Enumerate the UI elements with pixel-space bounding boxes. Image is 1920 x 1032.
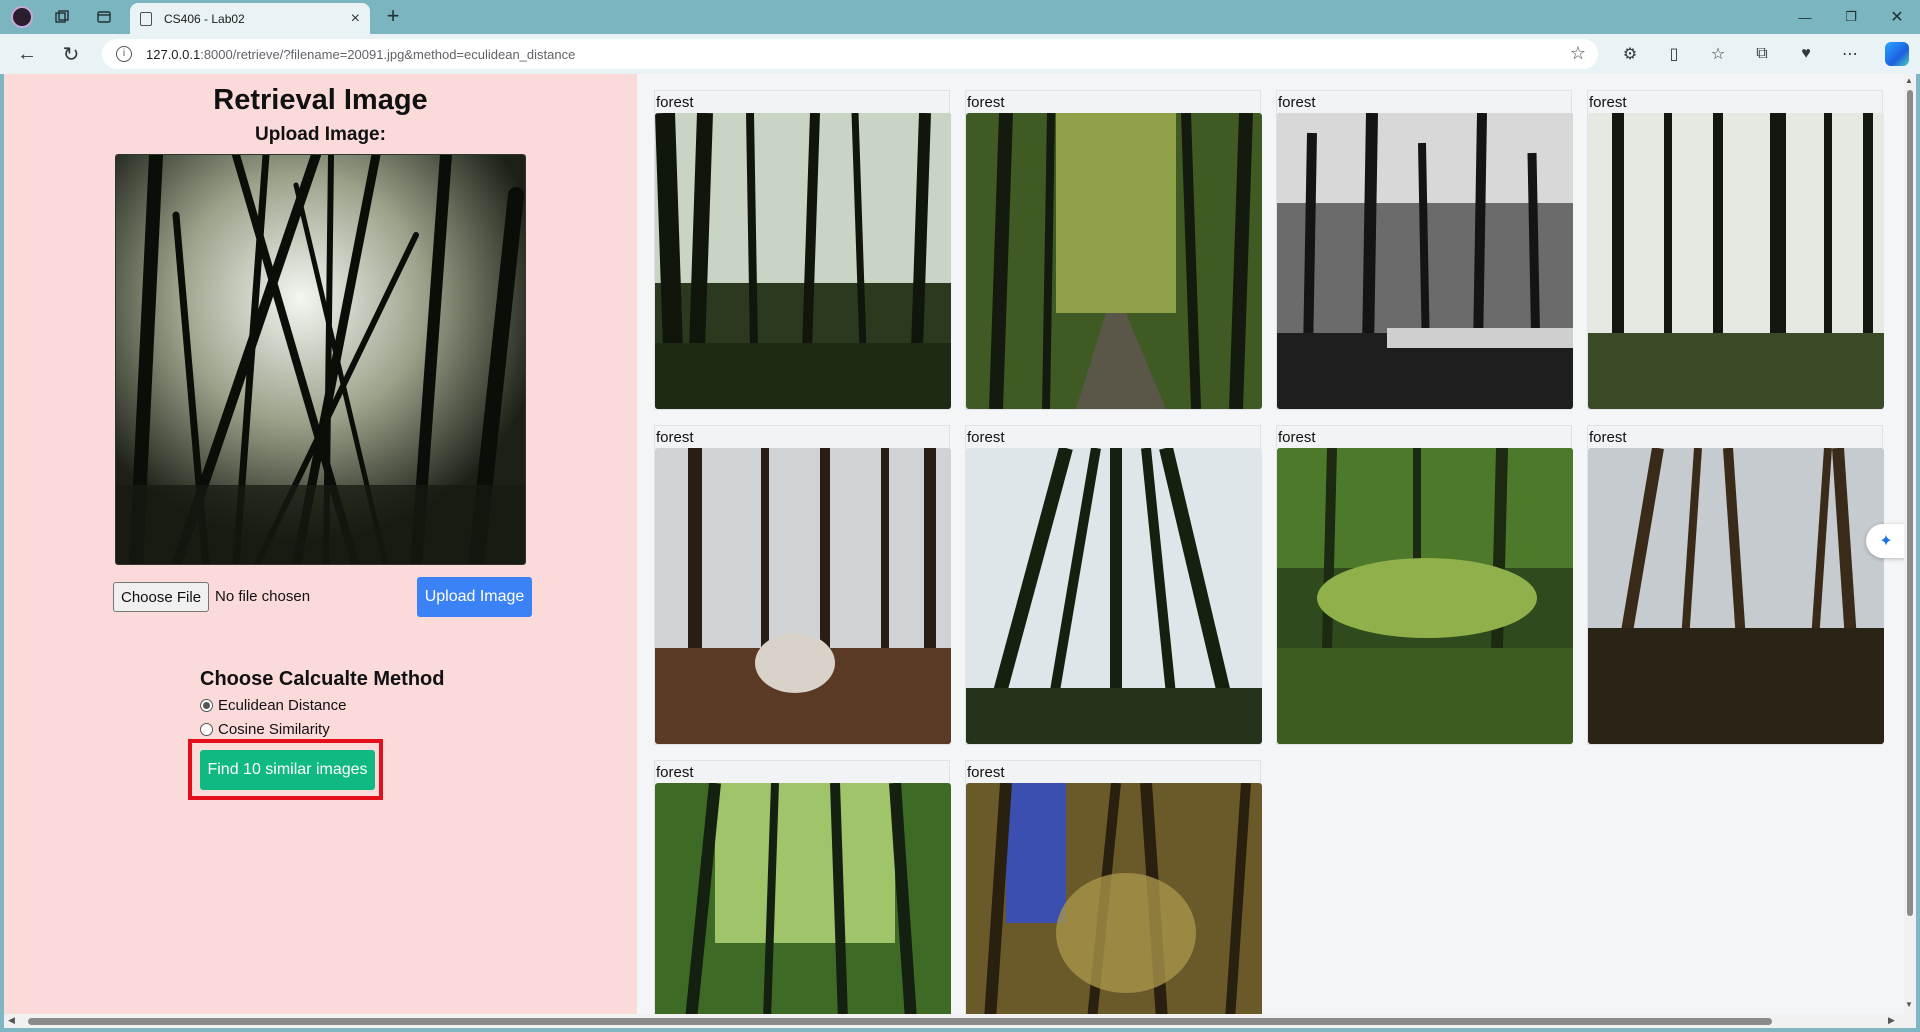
result-card[interactable]: forest xyxy=(1587,425,1884,745)
tab-bar: CS406 - Lab02 × + — ❐ ✕ xyxy=(0,0,1920,34)
find-similar-button[interactable]: Find 10 similar images xyxy=(200,750,375,790)
scroll-left-icon[interactable]: ◀ xyxy=(8,1015,15,1026)
extensions-icon[interactable]: ⚙ xyxy=(1618,42,1642,66)
tab-title: CS406 - Lab02 xyxy=(164,11,245,26)
url-text: 127.0.0.1:8000/retrieve/?filename=20091.… xyxy=(146,46,576,62)
method-heading: Choose Calcualte Method xyxy=(200,668,445,690)
result-image[interactable] xyxy=(655,783,951,1028)
navigation-toolbar: ← ↻ i 127.0.0.1:8000/retrieve/?filename=… xyxy=(0,34,1920,74)
result-card[interactable]: forest xyxy=(965,90,1262,410)
scroll-thumb[interactable] xyxy=(1907,90,1913,916)
result-image[interactable] xyxy=(655,113,951,409)
upload-panel: Retrieval Image Upload Image: Choose Fil… xyxy=(4,74,637,1014)
result-image[interactable] xyxy=(655,448,951,744)
scroll-right-icon[interactable]: ▶ xyxy=(1888,1015,1895,1026)
result-image[interactable] xyxy=(1277,448,1573,744)
result-label: forest xyxy=(1278,429,1316,446)
result-label: forest xyxy=(1589,429,1627,446)
split-screen-icon[interactable]: ▯ xyxy=(1662,42,1686,66)
scroll-down-icon[interactable]: ▼ xyxy=(1905,1000,1913,1009)
result-label: forest xyxy=(967,94,1005,111)
browser-essentials-icon[interactable]: ♥ xyxy=(1794,42,1818,66)
side-assistant-button[interactable]: ✦ xyxy=(1866,524,1906,558)
radio-button[interactable] xyxy=(200,723,213,736)
result-card[interactable]: forest xyxy=(1276,90,1573,410)
result-label: forest xyxy=(1278,94,1316,111)
refresh-icon[interactable]: ↻ xyxy=(58,41,84,67)
result-card[interactable]: forest xyxy=(654,760,951,1028)
result-card[interactable]: forest xyxy=(1587,90,1884,410)
result-label: forest xyxy=(656,429,694,446)
result-card[interactable]: forest xyxy=(965,760,1262,1028)
favorites-icon[interactable]: ☆ xyxy=(1706,42,1730,66)
upload-image-button[interactable]: Upload Image xyxy=(417,577,532,617)
upload-heading: Upload Image: xyxy=(255,124,386,145)
close-window-icon[interactable]: ✕ xyxy=(1874,0,1920,34)
result-card[interactable]: forest xyxy=(965,425,1262,745)
page-title: Retrieval Image xyxy=(213,84,428,116)
close-tab-icon[interactable]: × xyxy=(351,10,360,28)
back-icon[interactable]: ← xyxy=(14,41,40,67)
radio-cosine[interactable]: Cosine Similarity xyxy=(200,721,330,738)
tab-actions-icon[interactable] xyxy=(92,5,116,29)
radio-euclidean[interactable]: Eculidean Distance xyxy=(200,697,346,714)
more-menu-icon[interactable]: ⋯ xyxy=(1838,42,1862,66)
scroll-up-icon[interactable]: ▲ xyxy=(1905,76,1913,85)
result-image[interactable] xyxy=(1277,113,1573,409)
page-icon xyxy=(140,11,152,26)
result-image[interactable] xyxy=(966,448,1262,744)
vertical-scrollbar[interactable]: ▲ ▼ xyxy=(1904,74,1916,1014)
result-label: forest xyxy=(967,764,1005,781)
result-card[interactable]: forest xyxy=(654,90,951,410)
tab-cs406[interactable]: CS406 - Lab02 × xyxy=(130,3,370,34)
minimize-icon[interactable]: — xyxy=(1782,0,1828,34)
radio-button-checked[interactable] xyxy=(200,699,213,712)
collections-icon[interactable]: ⧉ xyxy=(1750,42,1774,66)
workspaces-icon[interactable] xyxy=(50,5,74,29)
horizontal-scrollbar[interactable]: ◀ ▶ xyxy=(4,1014,1916,1028)
result-label: forest xyxy=(967,429,1005,446)
profile-avatar[interactable] xyxy=(10,5,34,29)
restore-icon[interactable]: ❐ xyxy=(1828,0,1874,34)
result-card[interactable]: forest xyxy=(654,425,951,745)
favorite-star-icon[interactable]: ☆ xyxy=(1570,43,1586,64)
choose-file-button[interactable]: Choose File xyxy=(113,582,210,612)
query-image-preview xyxy=(115,154,526,565)
result-image[interactable] xyxy=(966,113,1262,409)
result-label: forest xyxy=(656,764,694,781)
scroll-thumb[interactable] xyxy=(28,1018,1772,1025)
file-status-text: No file chosen xyxy=(215,588,311,605)
result-image[interactable] xyxy=(966,783,1262,1028)
copilot-icon[interactable] xyxy=(1885,42,1909,66)
result-image[interactable] xyxy=(1588,448,1884,744)
radio-label: Eculidean Distance xyxy=(218,697,347,714)
result-label: forest xyxy=(1589,94,1627,111)
page-viewport: Retrieval Image Upload Image: Choose Fil… xyxy=(4,74,1916,1028)
result-label: forest xyxy=(656,94,694,111)
address-bar[interactable]: i 127.0.0.1:8000/retrieve/?filename=2009… xyxy=(102,39,1598,69)
radio-label: Cosine Similarity xyxy=(218,721,330,738)
result-card[interactable]: forest xyxy=(1276,425,1573,745)
site-info-icon[interactable]: i xyxy=(116,46,132,62)
result-image[interactable] xyxy=(1588,113,1884,409)
new-tab-button[interactable]: + xyxy=(380,4,406,30)
